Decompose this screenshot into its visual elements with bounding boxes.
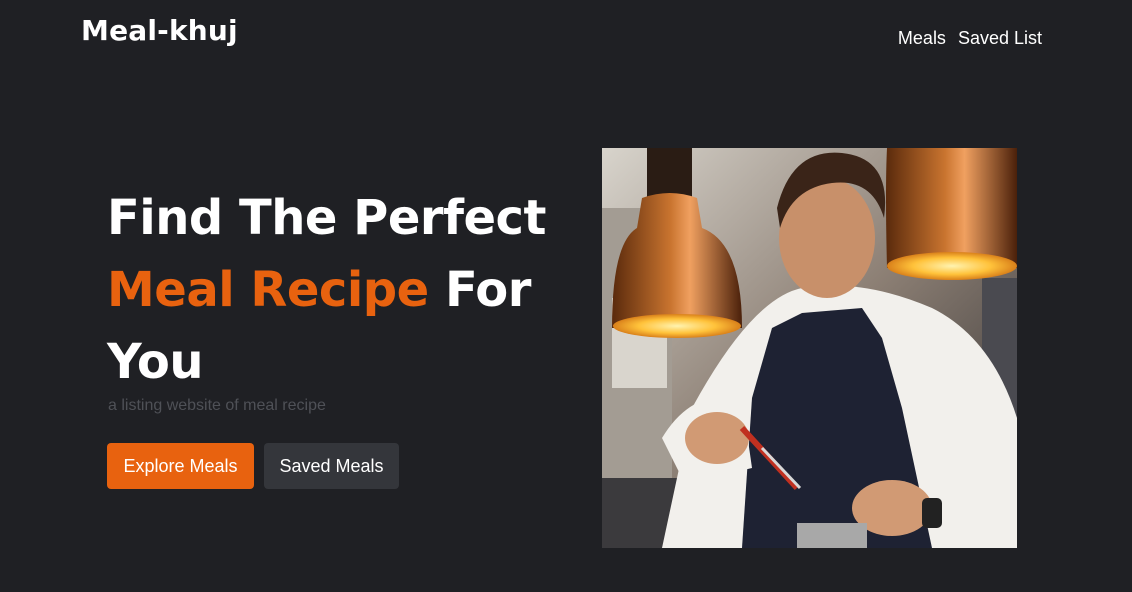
hero-title-line1: Find The Perfect	[107, 190, 546, 246]
chef-photo-icon	[602, 148, 1017, 548]
hero-title-accent: Meal Recipe	[107, 262, 429, 318]
brand-logo[interactable]: Meal-khuj	[81, 14, 238, 47]
landing-page: Meal-khuj Meals Saved List Find The Perf…	[0, 0, 1132, 592]
hero-title-line3: You	[107, 334, 204, 390]
hero-title-after-accent: For	[444, 262, 532, 318]
hero-title: Find The Perfect Meal Recipe For You	[107, 182, 547, 398]
saved-meals-button[interactable]: Saved Meals	[264, 443, 399, 489]
hero-subtitle: a listing website of meal recipe	[108, 397, 326, 414]
explore-meals-button[interactable]: Explore Meals	[107, 443, 254, 489]
nav-link-meals[interactable]: Meals	[898, 28, 946, 49]
top-nav: Meals Saved List	[898, 28, 1042, 49]
hero-image	[602, 148, 1017, 548]
nav-link-saved-list[interactable]: Saved List	[958, 28, 1042, 49]
